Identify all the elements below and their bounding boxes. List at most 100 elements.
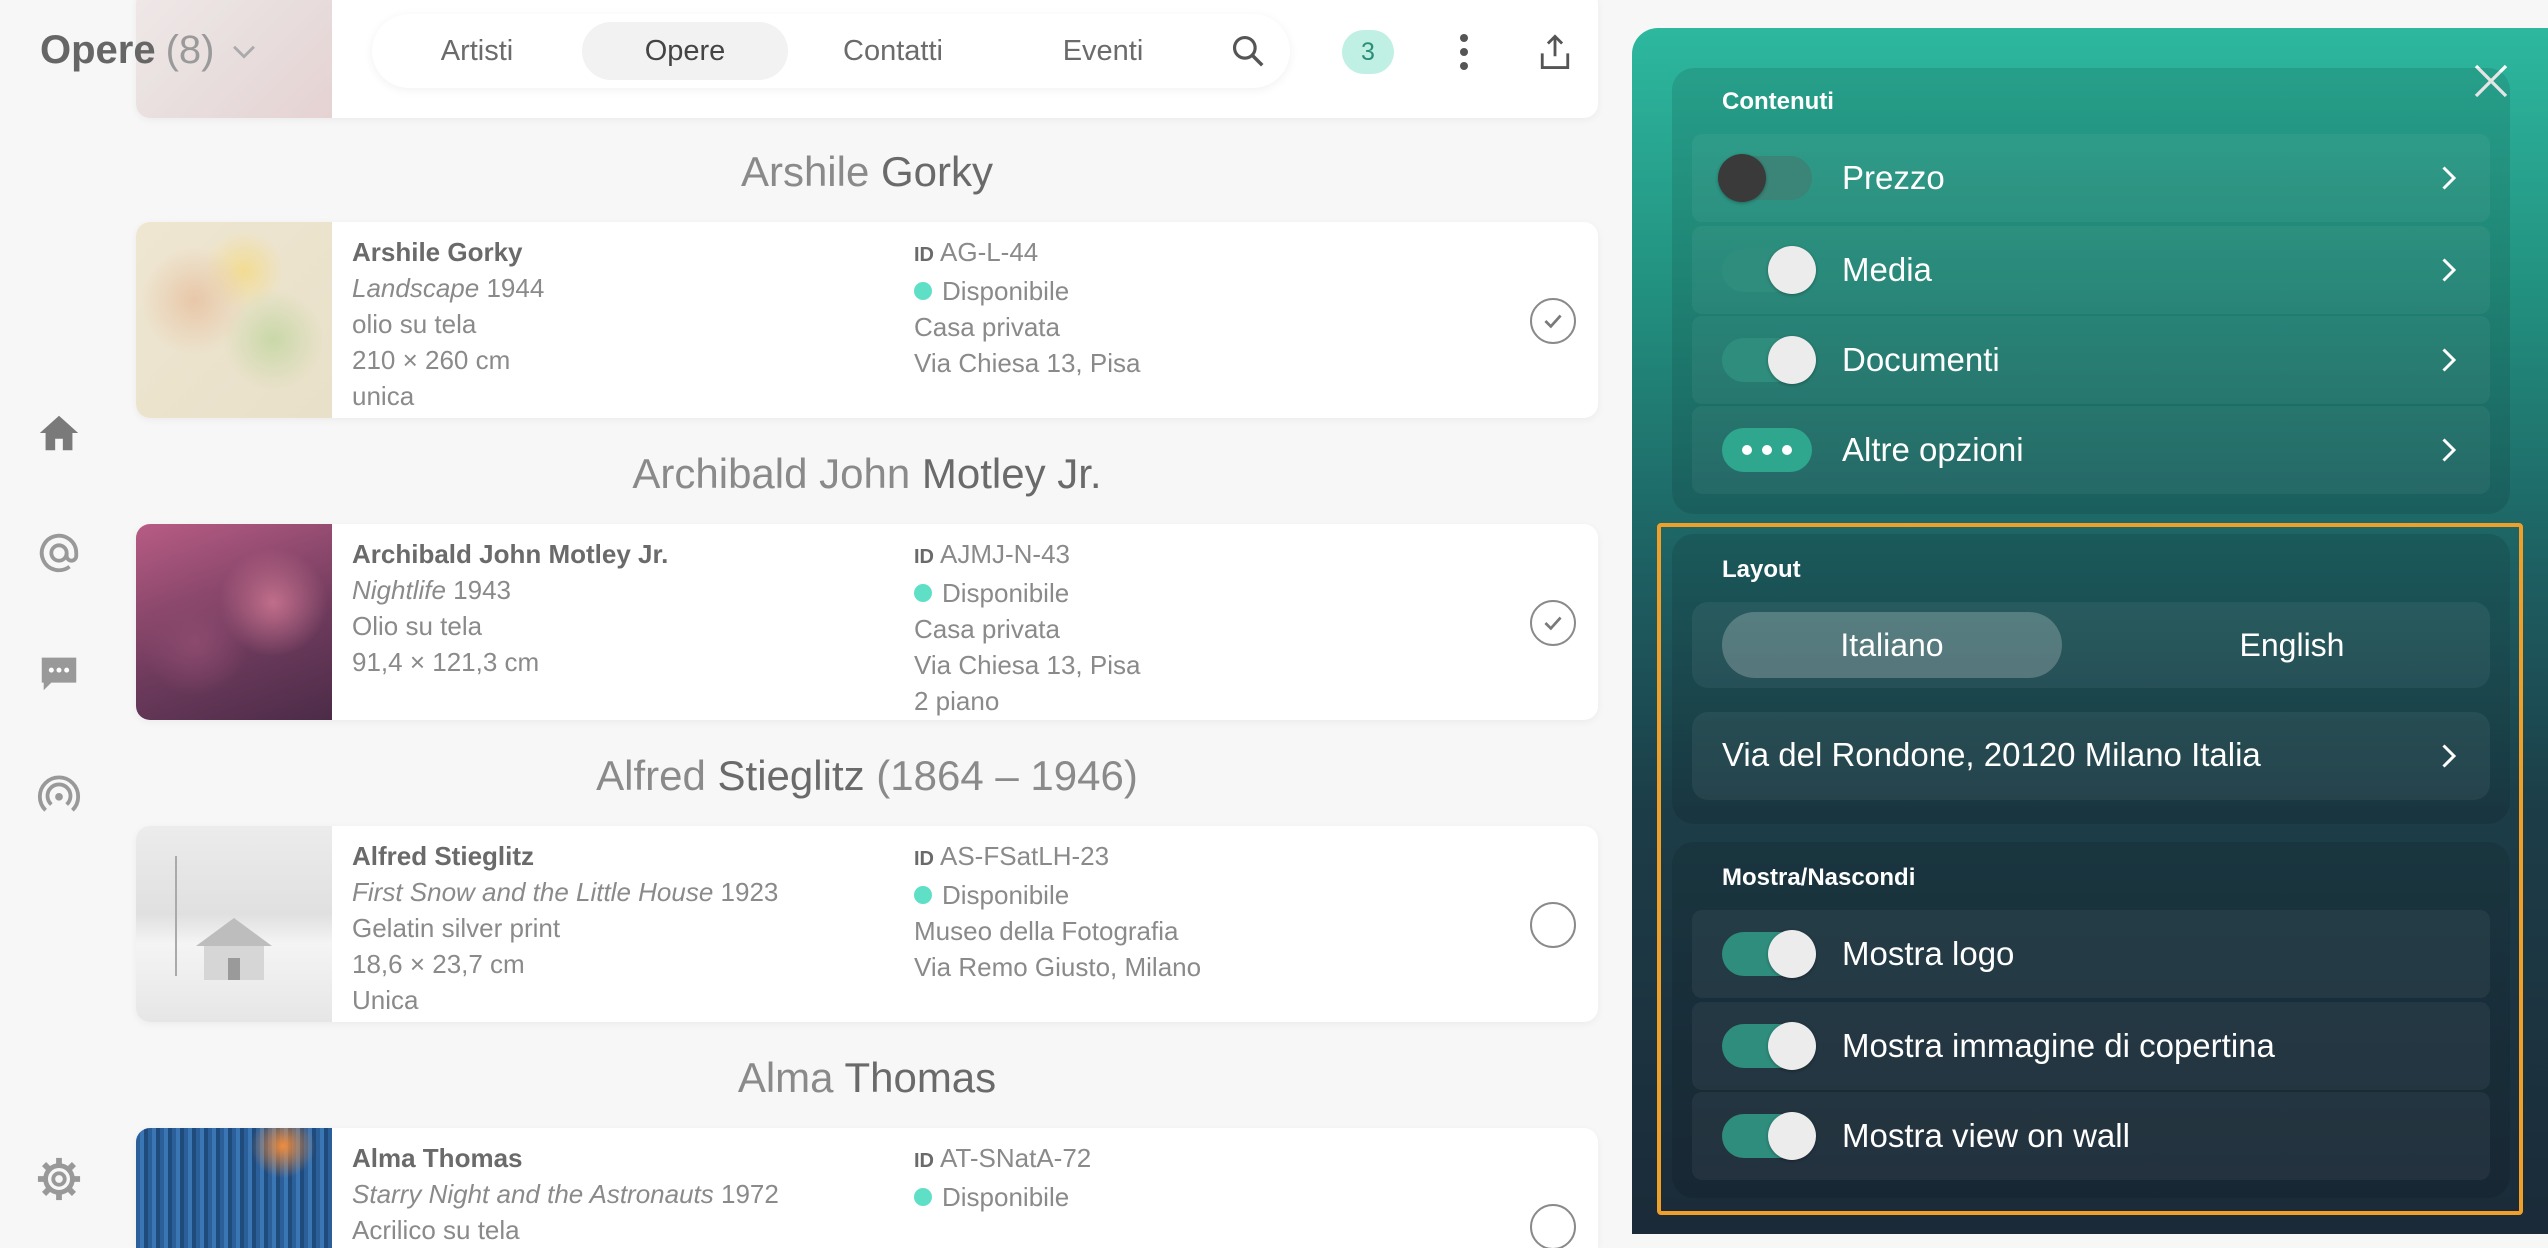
item-count: (8) (165, 28, 215, 72)
broadcast-icon[interactable] (30, 764, 88, 822)
artwork-medium: Olio su tela (352, 611, 483, 641)
address: Via Chiesa 13, Pisa (914, 650, 1141, 680)
artwork-meta: ID AT-SNatA-72 Disponibile (914, 1140, 1091, 1215)
status-dot (914, 584, 932, 603)
status-text: Disponibile (942, 578, 1070, 608)
chevron-right-icon (2442, 348, 2457, 372)
search-button[interactable] (1218, 21, 1278, 81)
artist-name: Alfred Stieglitz (352, 841, 535, 871)
artwork-info: Arshile Gorky Landscape 1944 olio su tel… (352, 234, 544, 414)
select-checkbox[interactable] (1530, 902, 1576, 948)
chevron-right-icon (2442, 438, 2457, 462)
artwork-id: AG-L-44 (940, 237, 1039, 267)
select-checkbox[interactable] (1530, 298, 1576, 344)
highlight-outline (1657, 523, 2523, 1215)
artwork-meta: ID AG-L-44 Disponibile Casa privata Via C… (914, 234, 1140, 381)
artist-name: Alma Thomas (352, 1143, 523, 1173)
share-upload-icon (1540, 34, 1570, 69)
id-label: ID (914, 1150, 934, 1172)
status-text: Disponibile (942, 276, 1070, 306)
documenti-toggle[interactable] (1722, 336, 1816, 384)
address: Via Remo Giusto, Milano (914, 952, 1202, 982)
prezzo-toggle[interactable] (1718, 154, 1812, 202)
artwork-dimensions: 91,4 × 121,3 cm (352, 647, 540, 677)
artwork-card[interactable]: Archibald John Motley Jr. Nightlife 1943… (136, 524, 1598, 720)
check-icon (1544, 616, 1562, 631)
media-toggle[interactable] (1722, 246, 1816, 294)
top-navigation: Artisti Opere Contatti Eventi (372, 14, 1290, 88)
artist-name: Archibald John Motley Jr. (352, 539, 669, 569)
artwork-edition: Unica (352, 985, 419, 1015)
more-vertical-icon (1460, 34, 1468, 70)
artwork-year: 1972 (721, 1179, 779, 1209)
artwork-thumbnail (136, 1128, 332, 1248)
artwork-title: Landscape (352, 273, 480, 303)
option-label: Documenti (1842, 341, 2000, 378)
artwork-card[interactable]: Alfred Stieglitz First Snow and the Litt… (136, 826, 1598, 1022)
tab-contatti[interactable]: Contatti (788, 22, 998, 80)
artwork-thumbnail (136, 222, 332, 418)
tab-artisti[interactable]: Artisti (372, 22, 582, 80)
artwork-thumbnail (136, 524, 332, 720)
status-text: Disponibile (942, 1182, 1070, 1212)
at-icon[interactable] (30, 524, 88, 582)
chevron-right-icon (2442, 258, 2457, 282)
option-label: Prezzo (1842, 159, 1945, 196)
status-dot (914, 1188, 932, 1207)
selection-count-badge[interactable]: 3 (1342, 30, 1394, 74)
chevron-down-icon (232, 45, 255, 59)
section-title-contenuti: Contenuti (1722, 88, 1834, 115)
settings-gear-icon[interactable] (30, 1150, 88, 1208)
option-prezzo[interactable]: Prezzo (1692, 134, 2490, 222)
option-documenti[interactable]: Documenti (1692, 316, 2490, 404)
id-label: ID (914, 546, 934, 568)
tab-opere[interactable]: Opere (582, 22, 788, 80)
artwork-title: First Snow and the Little House (352, 877, 714, 907)
chat-icon[interactable] (30, 644, 88, 702)
artwork-info: Archibald John Motley Jr. Nightlife 1943… (352, 536, 668, 680)
option-label: Media (1842, 251, 1932, 288)
artwork-year: 1944 (486, 273, 545, 303)
artwork-title: Starry Night and the Astronauts (352, 1179, 714, 1209)
artwork-year: 1943 (453, 575, 512, 605)
artist-name: Arshile Gorky (352, 237, 523, 267)
artwork-edition: unica (352, 381, 415, 411)
artwork-info: Alma Thomas Starry Night and the Astrona… (352, 1140, 779, 1248)
artwork-title: Nightlife (352, 575, 446, 605)
artwork-id: AT-SNatA-72 (940, 1143, 1092, 1173)
select-checkbox[interactable] (1530, 1204, 1576, 1248)
artist-heading: Archibald John Motley Jr. (632, 450, 1102, 497)
search-icon (1232, 35, 1264, 67)
artwork-meta: ID AS-FSatLH-23 Disponibile Museo della F… (914, 838, 1201, 985)
location: Casa privata (914, 312, 1060, 342)
artwork-medium: olio su tela (352, 309, 477, 339)
more-dots-icon (1722, 428, 1812, 472)
artwork-id: AJMJ-N-43 (940, 539, 1071, 569)
more-options-button[interactable] (1440, 24, 1488, 80)
id-label: ID (914, 848, 934, 870)
artwork-card[interactable]: Alma Thomas Starry Night and the Astrona… (136, 1128, 1598, 1248)
artwork-medium: Acrilico su tela (352, 1215, 520, 1245)
share-button[interactable] (1530, 24, 1580, 80)
artwork-meta: ID AJMJ-N-43 Disponibile Casa privata Via… (914, 536, 1140, 719)
tab-eventi[interactable]: Eventi (998, 22, 1208, 80)
status-dot (914, 282, 932, 301)
option-altre-opzioni[interactable]: Altre opzioni (1692, 406, 2490, 494)
artwork-dimensions: 18,6 × 23,7 cm (352, 949, 525, 979)
artist-heading: Alfred Stieglitz (1864 – 1946) (596, 752, 1138, 799)
artwork-card[interactable]: Arshile Gorky Landscape 1944 olio su tel… (136, 222, 1598, 418)
home-icon[interactable] (30, 404, 88, 462)
location: Casa privata (914, 614, 1060, 644)
chevron-right-icon (2442, 166, 2457, 190)
artwork-year: 1923 (720, 877, 779, 907)
location: Museo della Fotografia (914, 916, 1179, 946)
artwork-info: Alfred Stieglitz First Snow and the Litt… (352, 838, 778, 1018)
address: Via Chiesa 13, Pisa (914, 348, 1141, 378)
status-text: Disponibile (942, 880, 1070, 910)
artwork-thumbnail (136, 826, 332, 1022)
select-checkbox[interactable] (1530, 600, 1576, 646)
option-media[interactable]: Media (1692, 226, 2490, 314)
page-title[interactable]: Opere (8) (40, 28, 261, 73)
left-rail (0, 0, 120, 1234)
artist-heading: Arshile Gorky (740, 148, 994, 195)
